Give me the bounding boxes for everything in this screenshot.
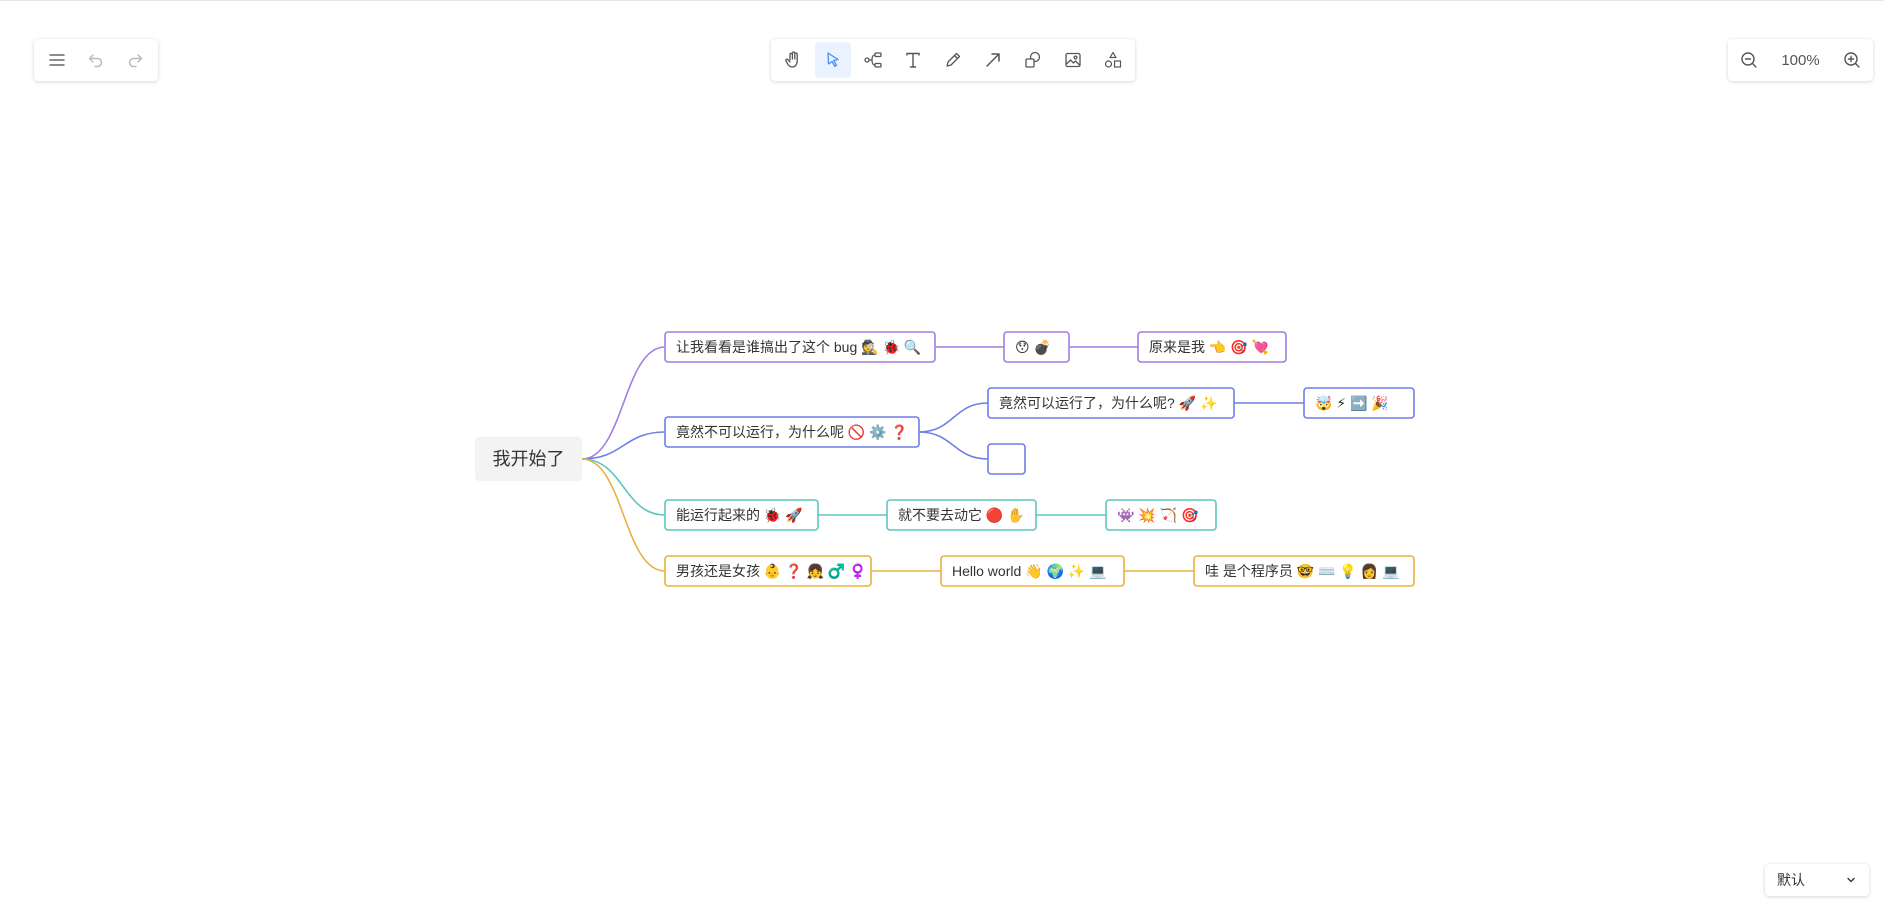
mindmap-node-label: 哇 是个程序员 🤓 ⌨️ 💡 👩 💻 <box>1205 563 1400 580</box>
mindmap-node-b2[interactable]: 竟然不可以运行，为什么呢 🚫 ⚙️ ❓ <box>664 416 920 448</box>
mindmap-node-label: 男孩还是女孩 👶 ❓ 👧 ♂️ ♀️ <box>676 563 867 580</box>
mindmap-node-b4c[interactable]: Hello world 👋 🌍 ✨ 💻 <box>940 555 1125 587</box>
mindmap-root-label: 我开始了 <box>493 449 565 469</box>
mindmap-node-b4cc[interactable]: 哇 是个程序员 🤓 ⌨️ 💡 👩 💻 <box>1193 555 1415 587</box>
mindmap-canvas[interactable]: 我开始了 让我看看是谁搞出了这个 bug 🕵️ 🐞 🔍 😯 💣 原来是我 👈 🎯 💘 竟… <box>0 0 1884 908</box>
mindmap-node-b1[interactable]: 让我看看是谁搞出了这个 bug 🕵️ 🐞 🔍 <box>664 331 936 363</box>
mindmap-node-label: 竟然不可以运行，为什么呢 🚫 ⚙️ ❓ <box>676 424 908 441</box>
mindmap-node-b1c[interactable]: 😯 💣 <box>1003 331 1070 363</box>
edge-root-b4 <box>581 458 666 572</box>
mindmap-node-label: 就不要去动它 🔴 ✋ <box>898 507 1025 524</box>
mindmap-edges <box>581 346 1304 572</box>
edge-b2-b2a <box>918 402 989 433</box>
mindmap-node-label: 👾 💥 🏹 🎯 <box>1117 507 1199 524</box>
mindmap-node-label: 😯 💣 <box>1015 339 1051 356</box>
mindmap-node-b3cc[interactable]: 👾 💥 🏹 🎯 <box>1105 499 1217 531</box>
mindmap-node-b1cc[interactable]: 原来是我 👈 🎯 💘 <box>1137 331 1287 363</box>
mindmap-nodes: 我开始了 让我看看是谁搞出了这个 bug 🕵️ 🐞 🔍 😯 💣 原来是我 👈 🎯 💘 竟… <box>475 331 1415 587</box>
mindmap-node-label: 让我看看是谁搞出了这个 bug 🕵️ 🐞 🔍 <box>676 338 921 356</box>
edge-root-b1 <box>581 346 666 460</box>
mindmap-node-b2ac[interactable]: 🤯 ⚡ ➡️ 🎉 <box>1303 387 1415 419</box>
mindmap-node-label: Hello world 👋 🌍 ✨ 💻 <box>952 563 1107 580</box>
mindmap-node-label: 🤯 ⚡ ➡️ 🎉 <box>1315 395 1389 412</box>
mindmap-node-label: 能运行起来的 🐞 🚀 <box>676 507 803 524</box>
edge-root-b3 <box>581 458 666 516</box>
mindmap-node-b2a[interactable]: 竟然可以运行了，为什么呢? 🚀 ✨ <box>987 387 1235 419</box>
mindmap-root-node[interactable]: 我开始了 <box>475 437 582 481</box>
mindmap-node-label: 竟然可以运行了，为什么呢? 🚀 ✨ <box>999 395 1217 412</box>
mindmap-node-b3c[interactable]: 就不要去动它 🔴 ✋ <box>886 499 1037 531</box>
mindmap-node-label: 原来是我 👈 🎯 💘 <box>1149 339 1269 356</box>
edge-b2-b2b <box>918 431 989 460</box>
mindmap-node-b3[interactable]: 能运行起来的 🐞 🚀 <box>664 499 819 531</box>
mindmap-node-b2b[interactable] <box>987 443 1026 475</box>
mindmap-node-b4[interactable]: 男孩还是女孩 👶 ❓ 👧 ♂️ ♀️ <box>664 555 872 587</box>
